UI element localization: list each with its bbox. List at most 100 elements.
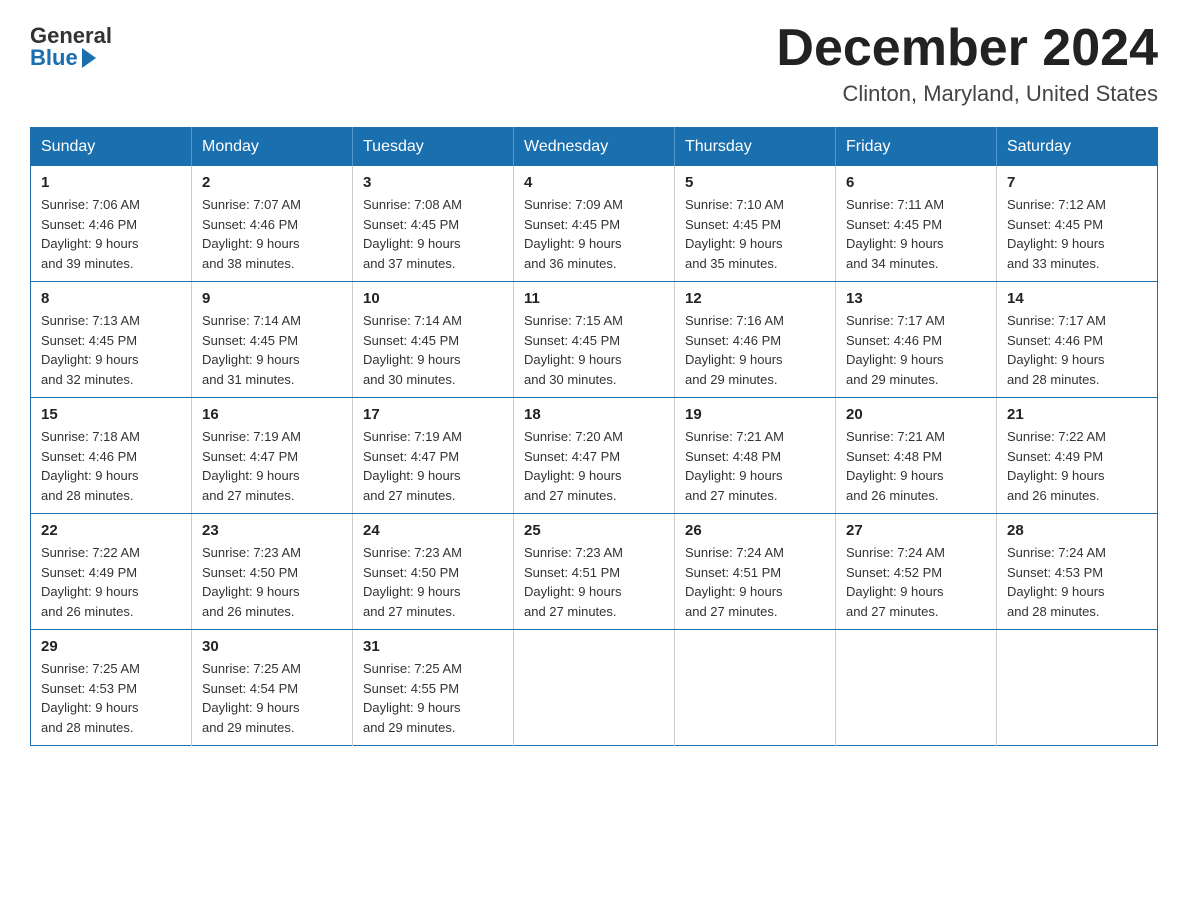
day-number: 12	[685, 290, 825, 307]
calendar-day-cell	[514, 630, 675, 746]
day-info: Sunrise: 7:22 AMSunset: 4:49 PMDaylight:…	[41, 543, 181, 621]
calendar-day-cell: 8 Sunrise: 7:13 AMSunset: 4:45 PMDaylight…	[31, 282, 192, 398]
calendar-day-cell: 2Sunrise: 7:07 AMSunset: 4:46 PMDaylight…	[192, 166, 353, 282]
day-number: 4	[524, 174, 664, 191]
day-info: Sunrise: 7:20 AMSunset: 4:47 PMDaylight:…	[524, 427, 664, 505]
day-info: Sunrise: 7:11 AMSunset: 4:45 PMDaylight:…	[846, 195, 986, 273]
calendar-day-cell: 23 Sunrise: 7:23 AMSunset: 4:50 PMDayligh…	[192, 514, 353, 630]
calendar-day-cell: 3 Sunrise: 7:08 AMSunset: 4:45 PMDaylight…	[353, 166, 514, 282]
day-number: 16	[202, 406, 342, 423]
day-info: Sunrise: 7:25 AMSunset: 4:54 PMDaylight:…	[202, 659, 342, 737]
day-number: 27	[846, 522, 986, 539]
day-number: 25	[524, 522, 664, 539]
day-number: 8	[41, 290, 181, 307]
calendar-day-cell: 4 Sunrise: 7:09 AMSunset: 4:45 PMDaylight…	[514, 166, 675, 282]
calendar-day-cell: 22 Sunrise: 7:22 AMSunset: 4:49 PMDayligh…	[31, 514, 192, 630]
day-info: Sunrise: 7:23 AMSunset: 4:50 PMDaylight:…	[202, 543, 342, 621]
calendar-day-cell: 6 Sunrise: 7:11 AMSunset: 4:45 PMDaylight…	[836, 166, 997, 282]
day-number: 3	[363, 174, 503, 191]
calendar-day-cell: 7Sunrise: 7:12 AMSunset: 4:45 PMDaylight…	[997, 166, 1158, 282]
day-number: 18	[524, 406, 664, 423]
calendar-day-cell	[836, 630, 997, 746]
calendar-day-cell: 19 Sunrise: 7:21 AMSunset: 4:48 PMDayligh…	[675, 398, 836, 514]
day-number: 23	[202, 522, 342, 539]
day-number: 1	[41, 174, 181, 191]
day-info: Sunrise: 7:17 AMSunset: 4:46 PMDaylight:…	[1007, 311, 1147, 389]
day-info: Sunrise: 7:17 AMSunset: 4:46 PMDaylight:…	[846, 311, 986, 389]
day-number: 24	[363, 522, 503, 539]
calendar-day-cell: 31Sunrise: 7:25 AMSunset: 4:55 PMDayligh…	[353, 630, 514, 746]
day-number: 13	[846, 290, 986, 307]
calendar-day-cell: 17 Sunrise: 7:19 AMSunset: 4:47 PMDayligh…	[353, 398, 514, 514]
logo-arrow-icon	[82, 48, 96, 68]
day-info: Sunrise: 7:06 AMSunset: 4:46 PMDaylight:…	[41, 195, 181, 273]
day-number: 26	[685, 522, 825, 539]
day-number: 28	[1007, 522, 1147, 539]
day-number: 30	[202, 638, 342, 655]
calendar-day-cell: 13 Sunrise: 7:17 AMSunset: 4:46 PMDayligh…	[836, 282, 997, 398]
calendar-day-cell	[675, 630, 836, 746]
day-info: Sunrise: 7:13 AMSunset: 4:45 PMDaylight:…	[41, 311, 181, 389]
day-number: 14	[1007, 290, 1147, 307]
calendar-day-cell: 9 Sunrise: 7:14 AMSunset: 4:45 PMDaylight…	[192, 282, 353, 398]
day-info: Sunrise: 7:16 AMSunset: 4:46 PMDaylight:…	[685, 311, 825, 389]
weekday-header-monday: Monday	[192, 128, 353, 167]
day-info: Sunrise: 7:25 AMSunset: 4:53 PMDaylight:…	[41, 659, 181, 737]
day-number: 22	[41, 522, 181, 539]
logo-blue-text: Blue	[30, 47, 96, 69]
calendar-week-row: 22 Sunrise: 7:22 AMSunset: 4:49 PMDayligh…	[31, 514, 1158, 630]
calendar-day-cell: 20 Sunrise: 7:21 AMSunset: 4:48 PMDayligh…	[836, 398, 997, 514]
day-info: Sunrise: 7:19 AMSunset: 4:47 PMDaylight:…	[363, 427, 503, 505]
title-block: December 2024 Clinton, Maryland, United …	[776, 20, 1158, 107]
weekday-header-tuesday: Tuesday	[353, 128, 514, 167]
location-text: Clinton, Maryland, United States	[776, 81, 1158, 107]
calendar-body: 1 Sunrise: 7:06 AMSunset: 4:46 PMDaylight…	[31, 166, 1158, 746]
calendar-day-cell: 28 Sunrise: 7:24 AMSunset: 4:53 PMDayligh…	[997, 514, 1158, 630]
calendar-day-cell: 29 Sunrise: 7:25 AMSunset: 4:53 PMDayligh…	[31, 630, 192, 746]
day-info: Sunrise: 7:14 AMSunset: 4:45 PMDaylight:…	[363, 311, 503, 389]
calendar-day-cell: 10 Sunrise: 7:14 AMSunset: 4:45 PMDayligh…	[353, 282, 514, 398]
calendar-day-cell	[997, 630, 1158, 746]
calendar-day-cell: 16Sunrise: 7:19 AMSunset: 4:47 PMDayligh…	[192, 398, 353, 514]
month-title: December 2024	[776, 20, 1158, 77]
day-info: Sunrise: 7:08 AMSunset: 4:45 PMDaylight:…	[363, 195, 503, 273]
calendar-day-cell: 30 Sunrise: 7:25 AMSunset: 4:54 PMDayligh…	[192, 630, 353, 746]
calendar-week-row: 29 Sunrise: 7:25 AMSunset: 4:53 PMDayligh…	[31, 630, 1158, 746]
calendar-day-cell: 14 Sunrise: 7:17 AMSunset: 4:46 PMDayligh…	[997, 282, 1158, 398]
day-number: 5	[685, 174, 825, 191]
day-info: Sunrise: 7:23 AMSunset: 4:50 PMDaylight:…	[363, 543, 503, 621]
day-info: Sunrise: 7:24 AMSunset: 4:51 PMDaylight:…	[685, 543, 825, 621]
calendar-week-row: 1 Sunrise: 7:06 AMSunset: 4:46 PMDaylight…	[31, 166, 1158, 282]
weekday-header-thursday: Thursday	[675, 128, 836, 167]
day-info: Sunrise: 7:12 AMSunset: 4:45 PMDaylight:…	[1007, 195, 1147, 273]
day-info: Sunrise: 7:21 AMSunset: 4:48 PMDaylight:…	[846, 427, 986, 505]
calendar-day-cell: 15Sunrise: 7:18 AMSunset: 4:46 PMDayligh…	[31, 398, 192, 514]
day-number: 6	[846, 174, 986, 191]
weekday-header-saturday: Saturday	[997, 128, 1158, 167]
calendar-day-cell: 5 Sunrise: 7:10 AMSunset: 4:45 PMDaylight…	[675, 166, 836, 282]
day-number: 2	[202, 174, 342, 191]
day-number: 19	[685, 406, 825, 423]
day-info: Sunrise: 7:09 AMSunset: 4:45 PMDaylight:…	[524, 195, 664, 273]
day-info: Sunrise: 7:14 AMSunset: 4:45 PMDaylight:…	[202, 311, 342, 389]
logo: General Blue	[30, 20, 112, 69]
calendar-day-cell: 12 Sunrise: 7:16 AMSunset: 4:46 PMDayligh…	[675, 282, 836, 398]
day-number: 29	[41, 638, 181, 655]
day-info: Sunrise: 7:10 AMSunset: 4:45 PMDaylight:…	[685, 195, 825, 273]
day-number: 9	[202, 290, 342, 307]
calendar-day-cell: 27Sunrise: 7:24 AMSunset: 4:52 PMDayligh…	[836, 514, 997, 630]
day-number: 10	[363, 290, 503, 307]
day-info: Sunrise: 7:18 AMSunset: 4:46 PMDaylight:…	[41, 427, 181, 505]
day-info: Sunrise: 7:24 AMSunset: 4:53 PMDaylight:…	[1007, 543, 1147, 621]
day-number: 17	[363, 406, 503, 423]
calendar-day-cell: 11Sunrise: 7:15 AMSunset: 4:45 PMDayligh…	[514, 282, 675, 398]
calendar-day-cell: 1 Sunrise: 7:06 AMSunset: 4:46 PMDaylight…	[31, 166, 192, 282]
calendar-table: SundayMondayTuesdayWednesdayThursdayFrid…	[30, 127, 1158, 746]
day-info: Sunrise: 7:21 AMSunset: 4:48 PMDaylight:…	[685, 427, 825, 505]
calendar-day-cell: 25Sunrise: 7:23 AMSunset: 4:51 PMDayligh…	[514, 514, 675, 630]
day-number: 11	[524, 290, 664, 307]
weekday-header-wednesday: Wednesday	[514, 128, 675, 167]
day-number: 31	[363, 638, 503, 655]
day-number: 20	[846, 406, 986, 423]
calendar-week-row: 15Sunrise: 7:18 AMSunset: 4:46 PMDayligh…	[31, 398, 1158, 514]
